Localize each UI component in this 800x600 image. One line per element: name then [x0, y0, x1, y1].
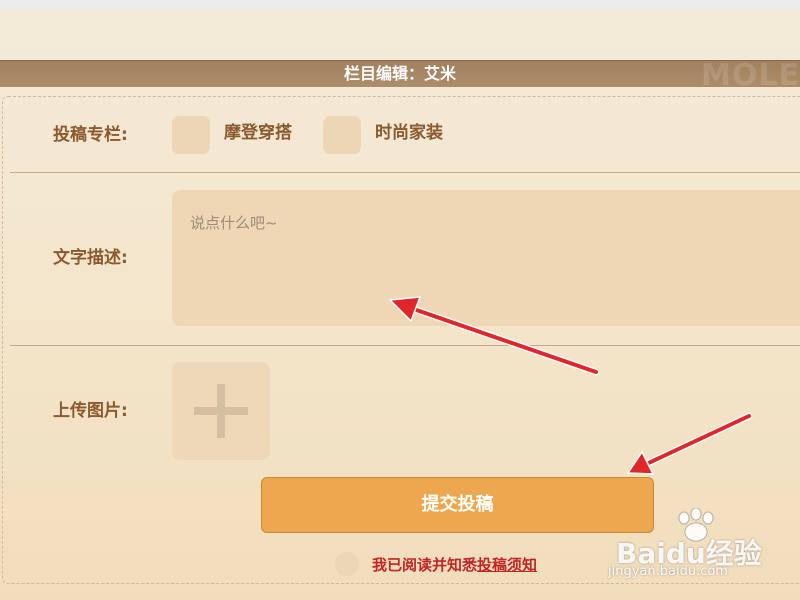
column-option-2-checkbox[interactable]	[323, 116, 361, 154]
column-option-1-label[interactable]: 摩登穿搭	[224, 122, 292, 144]
column-option-1-checkbox[interactable]	[172, 116, 210, 154]
column-option-2-label[interactable]: 时尚家装	[375, 122, 443, 144]
top-strip	[0, 0, 800, 10]
row-divider	[10, 172, 800, 173]
watermark-url: jingyan.baidu.com	[608, 564, 728, 579]
description-textarea[interactable]: 说点什么吧~	[172, 190, 800, 326]
upload-image-button[interactable]	[172, 362, 270, 460]
row-divider	[10, 345, 800, 346]
baidu-watermark: Baidu经验 jingyan.baidu.com	[598, 508, 798, 588]
agree-text: 我已阅读并知悉投稿须知	[372, 555, 537, 575]
plus-icon	[194, 407, 248, 415]
page-title: 栏目编辑：艾米	[343, 64, 456, 83]
submission-guidelines-link[interactable]: 投稿须知	[477, 556, 537, 574]
upload-label: 上传图片:	[53, 401, 128, 421]
submit-button[interactable]: 提交投稿	[261, 477, 654, 533]
agree-checkbox[interactable]	[335, 552, 359, 576]
header-bar: 栏目编辑：艾米 MOLE	[0, 58, 800, 93]
agree-prefix: 我已阅读并知悉	[372, 556, 478, 574]
description-placeholder: 说点什么吧~	[190, 214, 278, 232]
description-label: 文字描述:	[53, 248, 128, 268]
logo-watermark: MOLE	[701, 58, 800, 93]
column-label: 投稿专栏:	[53, 125, 128, 145]
